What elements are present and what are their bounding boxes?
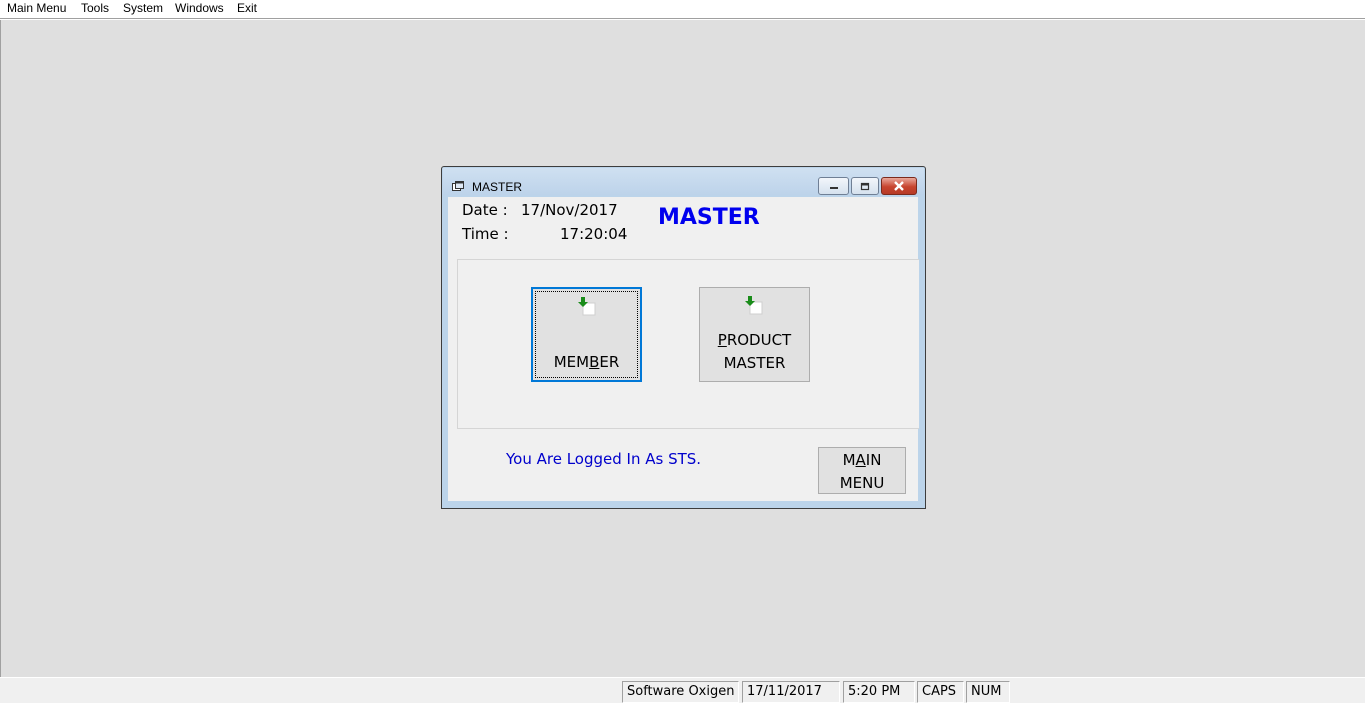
menu-tools[interactable]: Tools (81, 1, 109, 15)
close-button[interactable] (881, 177, 917, 195)
window-client-area: Date : 17/Nov/2017 Time : 17:20:04 MASTE… (448, 197, 919, 501)
member-button[interactable]: MEMBER (531, 287, 642, 382)
close-icon (894, 181, 904, 191)
button-frame (457, 259, 919, 429)
window-app-icon (452, 181, 464, 191)
product-master-label-line1: PRODUCT (717, 331, 792, 349)
menu-windows[interactable]: Windows (175, 1, 224, 15)
window-titlebar[interactable]: MASTER (443, 168, 924, 195)
window-title: MASTER (472, 180, 523, 194)
member-button-label: MEMBER (553, 353, 620, 371)
status-company: Software Oxigen (622, 681, 739, 703)
main-menu-button[interactable]: MAIN MENU (818, 447, 906, 494)
status-bar: Software Oxigen 17/11/2017 5:20 PM CAPS … (0, 677, 1365, 703)
menu-system[interactable]: System (123, 1, 163, 15)
status-caps: CAPS (917, 681, 964, 703)
time-label: Time : (462, 225, 509, 243)
status-date: 17/11/2017 (742, 681, 840, 703)
minimize-icon (829, 187, 838, 189)
time-value: 17:20:04 (560, 225, 628, 243)
date-label: Date : (462, 201, 508, 219)
menu-exit[interactable]: Exit (237, 1, 257, 15)
maximize-icon (860, 182, 870, 190)
menubar: Main Menu Tools System Windows Exit (0, 0, 1365, 18)
status-time: 5:20 PM (843, 681, 915, 703)
page-title: MASTER (658, 205, 760, 230)
download-arrow-icon (578, 297, 596, 316)
menu-main-menu[interactable]: Main Menu (7, 1, 66, 15)
product-master-label-line2: MASTER (723, 354, 786, 372)
minimize-button[interactable] (818, 177, 849, 195)
main-menu-label-line1: MAIN (842, 451, 882, 469)
main-menu-label-line2: MENU (839, 474, 885, 492)
status-num: NUM (966, 681, 1010, 703)
maximize-button[interactable] (851, 177, 879, 195)
master-window: MASTER Date : 17/Nov/2017 Time : 17:20:0… (441, 166, 926, 509)
product-master-button[interactable]: PRODUCT MASTER (699, 287, 810, 382)
download-arrow-icon (745, 296, 763, 315)
date-value: 17/Nov/2017 (521, 201, 618, 219)
logged-in-status: You Are Logged In As STS. (506, 450, 702, 468)
